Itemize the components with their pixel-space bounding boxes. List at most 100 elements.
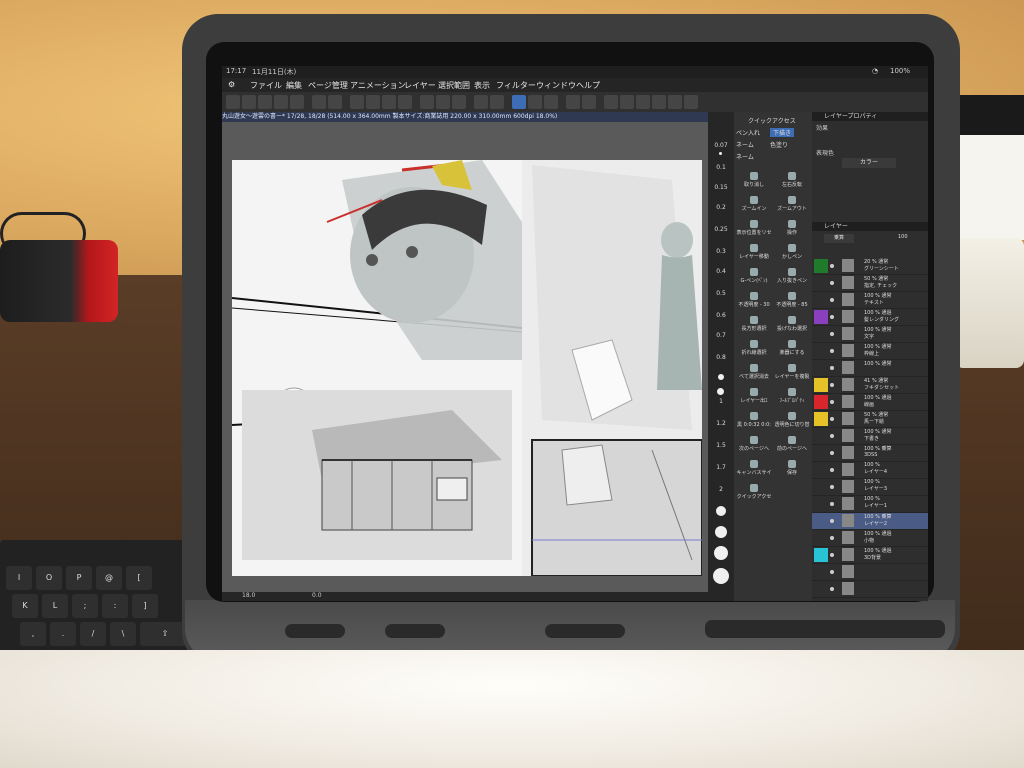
brush-size-option[interactable]: 0.07 — [708, 142, 734, 149]
manga-page[interactable] — [231, 160, 703, 577]
quick-access-item[interactable]: G-ペン(ﾍﾟﾝ) — [735, 266, 773, 288]
brush-size-dot[interactable] — [717, 388, 724, 395]
menu-view[interactable]: 表示 — [474, 80, 490, 91]
eye-icon[interactable] — [830, 502, 834, 506]
redo-icon[interactable] — [328, 95, 342, 109]
brush-size-option[interactable]: 0.15 — [708, 184, 734, 191]
eye-icon[interactable] — [830, 315, 834, 319]
brush-size-option[interactable]: 2 — [708, 486, 734, 493]
layer-row[interactable]: 20 % 通常 グリーンシート — [812, 258, 928, 275]
qa-tab-color[interactable]: 色塗り — [770, 140, 788, 149]
crop-icon[interactable] — [398, 95, 412, 109]
app-icon[interactable]: ⚙ — [228, 80, 235, 89]
layer-row[interactable]: 50 % 通常 指定, チェック — [812, 275, 928, 292]
menu-file[interactable]: ファイル — [250, 80, 282, 91]
quick-access-item[interactable]: 黒 0:0:32 0:0: — [735, 410, 773, 432]
menu-selection[interactable]: 選択範囲 — [438, 80, 470, 91]
quick-access-item[interactable]: 取り消し — [735, 170, 773, 192]
menu-filter[interactable]: フィルター — [496, 80, 536, 91]
layer-row[interactable]: 100 % 通常 テキスト — [812, 292, 928, 309]
quick-access-item[interactable]: 長方形選択 — [735, 314, 773, 336]
brush-size-dot[interactable] — [715, 526, 727, 538]
rotate-icon[interactable] — [684, 95, 698, 109]
eye-icon[interactable] — [830, 587, 834, 591]
quick-access-item[interactable]: 操作 — [773, 218, 811, 240]
quick-access-item[interactable]: レイヤーを複製 — [773, 362, 811, 384]
menu-edit[interactable]: 編集 — [286, 80, 302, 91]
eye-icon[interactable] — [830, 264, 834, 268]
canvas-area[interactable] — [222, 122, 708, 592]
quick-access-item[interactable]: 表示位置をリセ — [735, 218, 773, 240]
quick-access-item[interactable]: クイックアクセ — [735, 482, 773, 504]
layer-row[interactable] — [812, 564, 928, 581]
pen-tool-icon[interactable] — [512, 95, 526, 109]
brush-size-option[interactable]: 0.3 — [708, 248, 734, 255]
save-icon[interactable] — [258, 95, 272, 109]
quick-access-item[interactable]: 不透明度 - 85 — [773, 290, 811, 312]
ruler-icon[interactable] — [474, 95, 488, 109]
quick-access-item[interactable]: 透明色に切り替 — [773, 410, 811, 432]
brush-size-dot[interactable] — [714, 546, 728, 560]
quick-access-item[interactable]: ﾌｰﾙﾌﾟﾛﾊﾟﾃｨ — [773, 386, 811, 408]
qa-tab-name-2[interactable]: ネーム — [736, 152, 754, 161]
brush-size-dot[interactable] — [713, 568, 729, 584]
quick-access-item[interactable]: キャンバスサイ — [735, 458, 773, 480]
eye-icon[interactable] — [830, 332, 834, 336]
panel-icon[interactable] — [566, 95, 580, 109]
export-icon[interactable] — [274, 95, 288, 109]
quick-access-item[interactable]: 不透明度 - 30 — [735, 290, 773, 312]
quick-access-item[interactable]: 折れ線選択 — [735, 338, 773, 360]
quick-access-item[interactable]: 楽器にする — [773, 338, 811, 360]
eye-icon[interactable] — [830, 298, 834, 302]
quick-access-item[interactable]: かしペン — [773, 242, 811, 264]
layer-row[interactable]: 100 % 乗算 レイヤー2 — [812, 513, 928, 530]
menu-layer[interactable]: レイヤー — [404, 80, 436, 91]
quick-access-item[interactable]: 前のページへ — [773, 434, 811, 456]
qa-tab-pen[interactable]: ペン入れ — [736, 128, 760, 137]
brush-size-option[interactable]: 0.4 — [708, 268, 734, 275]
layer-row[interactable]: 100 % 乗算 3DSS — [812, 445, 928, 462]
quick-access-item[interactable]: べて選択消去 — [735, 362, 773, 384]
brush-size-option[interactable]: 1.5 — [708, 442, 734, 449]
zoom-value[interactable]: 18.0 — [242, 592, 255, 599]
layer-row[interactable]: 100 % 通常 — [812, 360, 928, 377]
layer-row[interactable]: 100 % 通過 小物 — [812, 530, 928, 547]
brush-icon[interactable] — [528, 95, 542, 109]
eye-icon[interactable] — [830, 383, 834, 387]
layer-row[interactable]: 100 % 通常 文字 — [812, 326, 928, 343]
brush-size-dot[interactable] — [719, 152, 722, 155]
eye-icon[interactable] — [830, 519, 834, 523]
layer-row[interactable]: 100 % レイヤー3 — [812, 479, 928, 496]
quick-access-item[interactable]: 保存 — [773, 458, 811, 480]
transform-icon[interactable] — [436, 95, 450, 109]
eye-icon[interactable] — [830, 536, 834, 540]
eye-icon[interactable] — [830, 417, 834, 421]
layer-row[interactable]: 100 % レイヤー4 — [812, 462, 928, 479]
menu-window[interactable]: ウィンドウ — [536, 80, 576, 91]
blend-mode-select[interactable]: 乗算 — [824, 234, 854, 243]
quick-access-item[interactable]: 投げなわ選択 — [773, 314, 811, 336]
expression-select[interactable]: カラー — [842, 158, 896, 168]
eye-icon[interactable] — [830, 468, 834, 472]
hand-icon[interactable] — [636, 95, 650, 109]
line-icon[interactable] — [544, 95, 558, 109]
quick-access-item[interactable]: 入り抜きペン — [773, 266, 811, 288]
erase-icon[interactable] — [366, 95, 380, 109]
brush-size-option[interactable]: 1.7 — [708, 464, 734, 471]
new-file-icon[interactable] — [226, 95, 240, 109]
settings-icon[interactable] — [350, 95, 364, 109]
quick-access-item[interactable]: ズームアウト — [773, 194, 811, 216]
eye-icon[interactable] — [830, 553, 834, 557]
document-tab[interactable]: 丸山遊女～遊雲の書ー* 17/28, 18/28 (514.00 x 364.0… — [222, 112, 708, 122]
eye-icon[interactable] — [830, 349, 834, 353]
brush-size-dot[interactable] — [718, 374, 724, 380]
brush-size-option[interactable]: 0.5 — [708, 290, 734, 297]
brush-size-option[interactable]: 0.2 — [708, 204, 734, 211]
open-icon[interactable] — [242, 95, 256, 109]
fill-icon[interactable] — [382, 95, 396, 109]
brush-size-option[interactable]: 0.25 — [708, 226, 734, 233]
brush-size-option[interactable]: 0.8 — [708, 354, 734, 361]
menu-page[interactable]: ページ管理 — [308, 80, 348, 91]
eye-icon[interactable] — [830, 451, 834, 455]
eye-icon[interactable] — [830, 570, 834, 574]
